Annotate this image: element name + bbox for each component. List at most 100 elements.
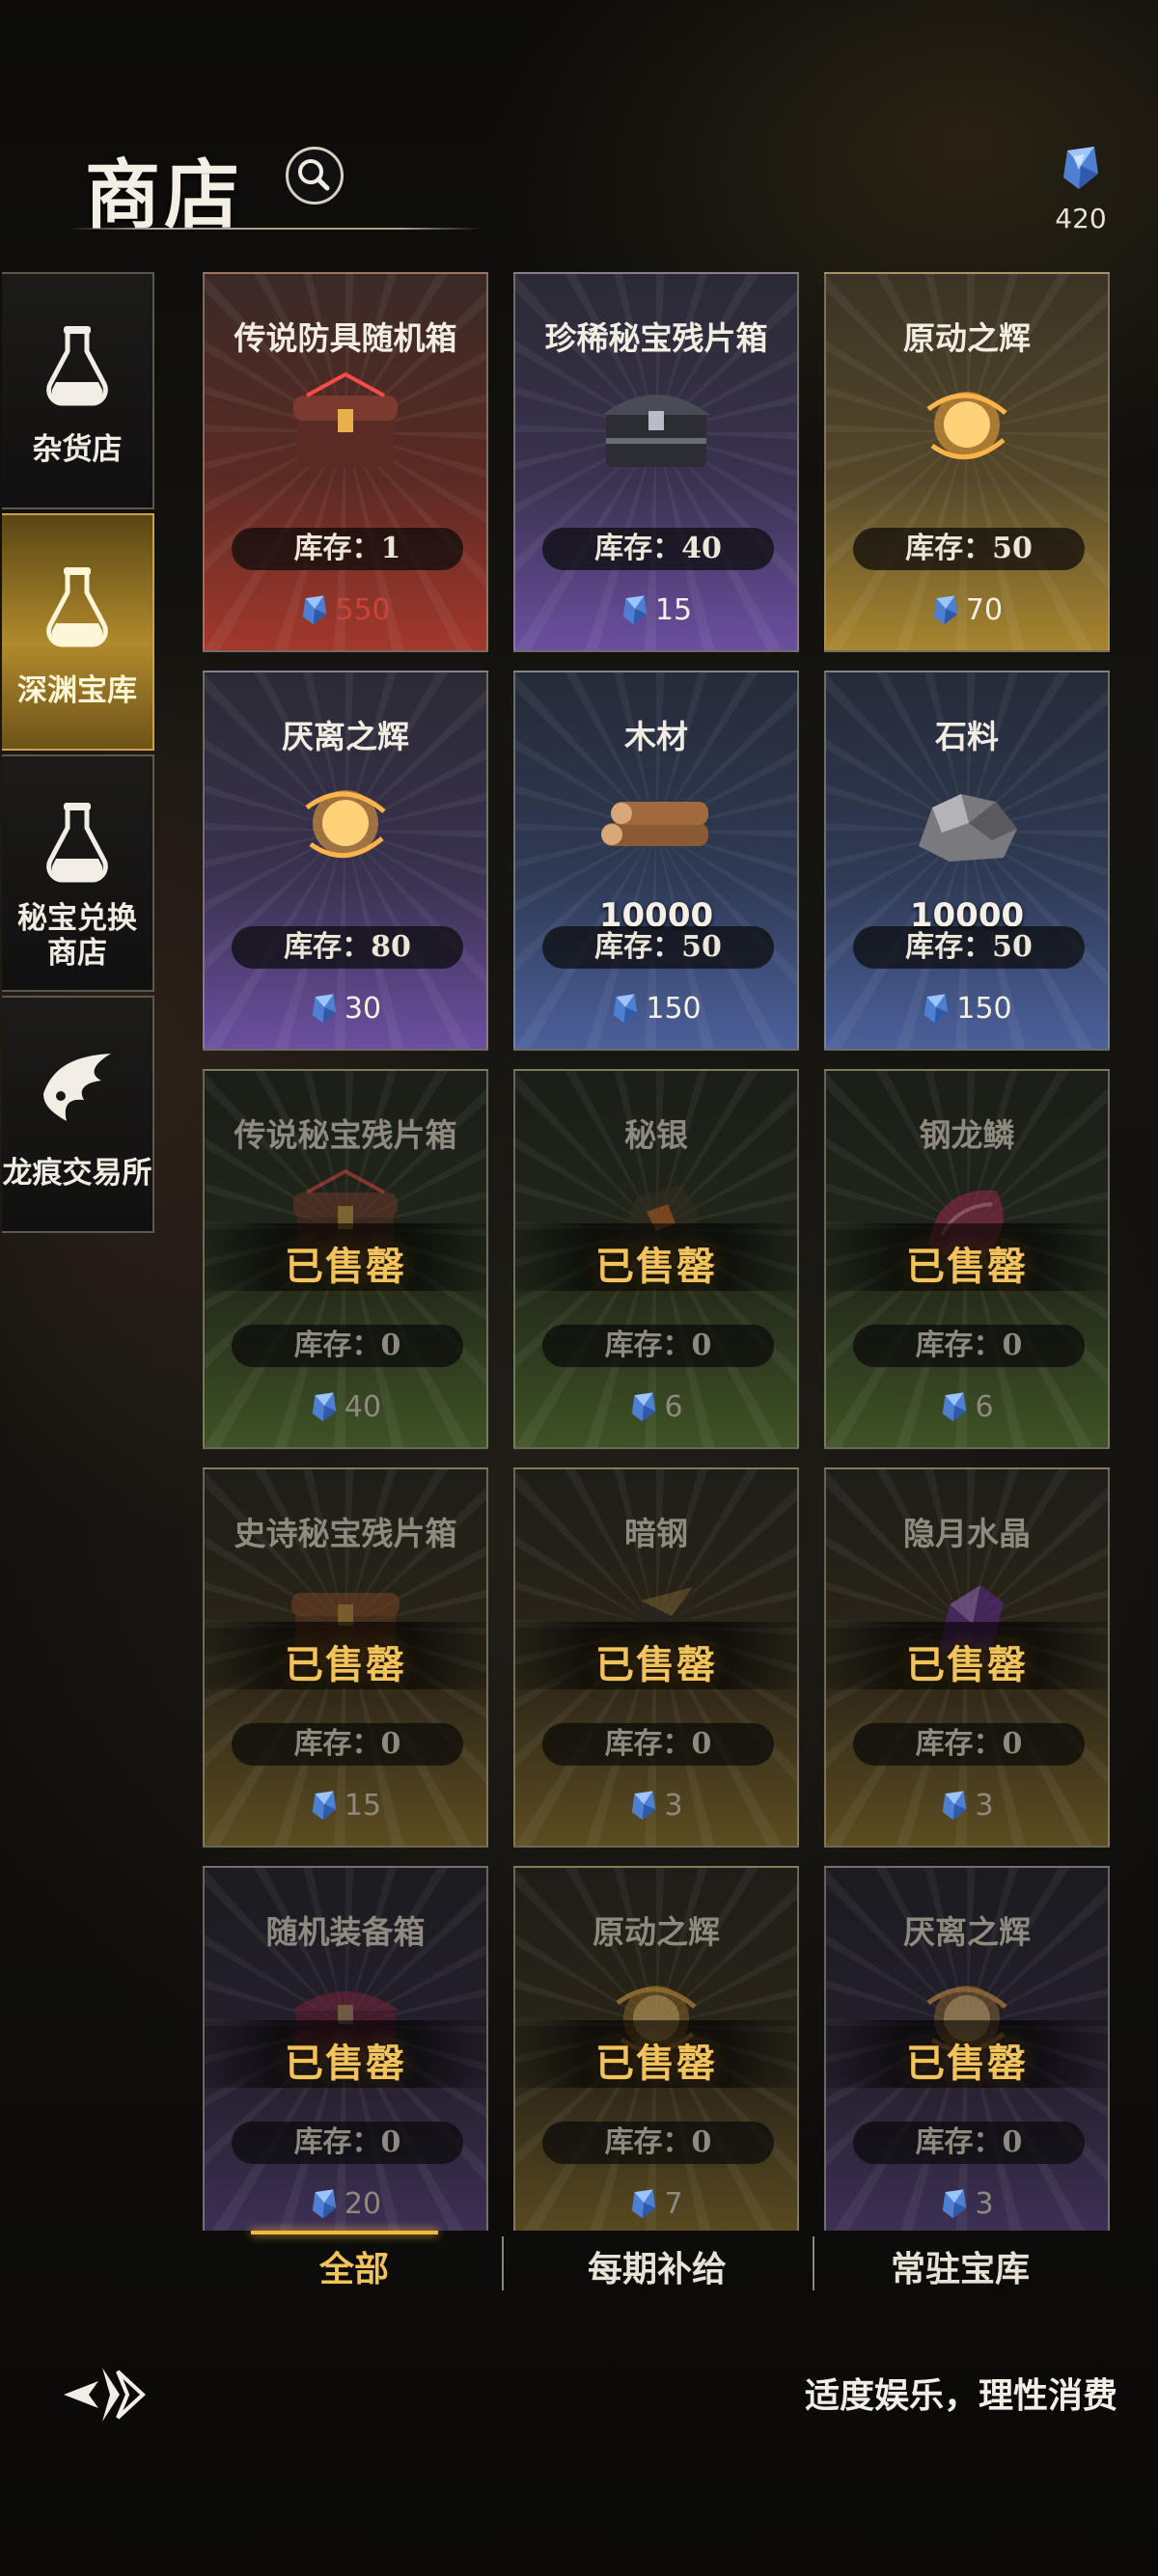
sold-out-label: 已售罄 (906, 2041, 1028, 2086)
sold-out-label: 已售罄 (285, 1244, 406, 1289)
item-price: 3 (515, 1788, 797, 1822)
stock-pill: 库存：0 (542, 1723, 774, 1766)
wood-logs-icon (601, 802, 708, 846)
blue-gem-icon (312, 1790, 337, 1820)
stock-pill: 库存：1 (232, 528, 463, 570)
iron-chest-icon (602, 395, 710, 467)
blue-gem-icon (312, 2188, 337, 2218)
sidebar-item-abyss-vault[interactable]: 深渊宝库 (2, 513, 154, 751)
sidebar-item-dragon-exchange[interactable]: 龙痕交易所 (2, 996, 154, 1233)
back-button[interactable] (60, 2362, 147, 2433)
tab-permanent-vault[interactable]: 常驻宝库 (809, 2231, 1112, 2308)
shop-item-card[interactable]: 随机装备箱已售罄库存：0 20 (203, 1866, 488, 2231)
sidebar-item-grocery[interactable]: 杂货店 (2, 272, 154, 509)
potion-flask-icon (46, 567, 108, 647)
shop-item-card[interactable]: 珍稀秘宝残片箱库存：40 15 (513, 272, 799, 652)
item-price: 20 (205, 2186, 486, 2221)
potion-flask-icon (46, 803, 108, 883)
blue-gem-icon (924, 993, 949, 1023)
sold-out-label: 已售罄 (595, 1642, 717, 1687)
item-price: 40 (205, 1389, 486, 1424)
currency-balance: 420 (1047, 145, 1115, 234)
blue-gem-icon (933, 594, 958, 624)
blue-gem-icon (943, 2188, 967, 2218)
stock-pill: 库存：0 (232, 1723, 463, 1766)
item-price: 6 (515, 1389, 797, 1424)
item-price: 15 (515, 592, 797, 627)
sidebar-item-label: 深渊宝库 (17, 673, 137, 708)
stock-pill: 库存：0 (232, 2122, 463, 2164)
price-amount: 6 (664, 1390, 683, 1424)
item-name: 珍稀秘宝残片箱 (544, 319, 768, 357)
shop-item-card[interactable]: 原动之辉 已售罄 库存：0 7 (513, 1866, 799, 2231)
blue-gem-icon (303, 594, 327, 624)
stock-pill: 库存：0 (542, 2122, 774, 2164)
shop-item-card[interactable]: 石料 10000 库存：50 150 (824, 671, 1110, 1051)
price-amount: 150 (646, 992, 702, 1026)
price-amount: 6 (975, 1390, 994, 1424)
item-name: 原动之辉 (903, 319, 1031, 357)
golden-orb-icon (305, 790, 386, 859)
item-price: 7 (515, 2186, 797, 2221)
item-price: 6 (826, 1389, 1108, 1424)
item-name: 传说秘宝残片箱 (234, 1116, 457, 1154)
search-icon (298, 159, 330, 191)
currency-amount: 420 (1055, 203, 1107, 234)
item-name: 厌离之辉 (282, 718, 409, 755)
shop-item-card[interactable]: 厌离之辉 已售罄 库存：0 3 (824, 1866, 1110, 2231)
stock-pill: 库存：50 (542, 926, 774, 969)
sidebar-item-label: 秘宝兑换商店 (17, 901, 137, 971)
sold-out-label: 已售罄 (595, 1244, 717, 1289)
sold-out-label: 已售罄 (285, 1642, 406, 1687)
shop-item-card[interactable]: 木材 10000 库存：50 150 (513, 671, 799, 1051)
blue-gem-icon (312, 1391, 337, 1421)
legendary-chest-icon (293, 371, 398, 467)
shop-item-card[interactable]: 史诗秘宝残片箱 已售罄 库存：0 15 (203, 1467, 488, 1848)
price-amount: 20 (344, 2187, 382, 2221)
item-name: 传说防具随机箱 (234, 319, 457, 357)
price-amount: 70 (965, 593, 1004, 627)
tab-periodic-supply[interactable]: 每期补给 (506, 2231, 809, 2308)
item-name: 随机装备箱 (265, 1913, 426, 1951)
item-name: 原动之辉 (593, 1913, 720, 1951)
bottom-tab-bar: 全部 每期补给 常驻宝库 (203, 2231, 1112, 2308)
blue-gem-icon (943, 1790, 967, 1820)
stock-pill: 库存：0 (853, 1325, 1085, 1367)
item-name: 厌离之辉 (903, 1913, 1031, 1951)
search-button[interactable] (286, 147, 344, 205)
price-amount: 150 (956, 992, 1012, 1026)
blue-gem-icon (632, 1391, 656, 1421)
shop-item-card[interactable]: 暗钢已售罄库存：0 3 (513, 1467, 799, 1848)
price-amount: 30 (344, 992, 382, 1026)
price-amount: 40 (344, 1390, 382, 1424)
blue-gem-icon (622, 594, 648, 624)
shop-item-card[interactable]: 隐月水晶 已售罄 库存：0 3 (824, 1467, 1110, 1848)
sidebar-item-treasure-exchange[interactable]: 秘宝兑换商店 (2, 754, 154, 992)
item-price: 3 (826, 1788, 1108, 1822)
blue-gem-icon (943, 1391, 967, 1421)
shop-item-card[interactable]: 传说防具随机箱库存：1 550 (203, 272, 488, 652)
stock-pill: 库存：50 (853, 926, 1085, 969)
item-price: 150 (515, 991, 797, 1026)
shop-item-card[interactable]: 传说秘宝残片箱 已售罄 库存：0 40 (203, 1069, 488, 1449)
potion-flask-icon (46, 326, 108, 406)
shop-item-card[interactable]: 钢龙鳞 已售罄 库存：0 6 (824, 1069, 1110, 1449)
blue-gem-icon (614, 993, 638, 1023)
tab-all[interactable]: 全部 (203, 2231, 506, 2308)
item-price: 70 (826, 592, 1108, 627)
shop-item-card[interactable]: 厌离之辉库存：80 30 (203, 671, 488, 1051)
item-price: 550 (205, 592, 486, 627)
item-name: 暗钢 (624, 1515, 688, 1552)
stock-pill: 库存：40 (542, 528, 774, 570)
shop-item-card[interactable]: 秘银 已售罄 库存：0 6 (513, 1069, 799, 1449)
game-logo-icon (64, 2368, 146, 2422)
price-amount: 3 (975, 1789, 994, 1822)
shop-item-card[interactable]: 原动之辉 库存：50 70 (824, 272, 1110, 652)
stock-pill: 库存：80 (232, 926, 463, 969)
item-name: 木材 (624, 718, 688, 755)
blue-gem-icon (632, 1790, 656, 1820)
price-amount: 7 (664, 2187, 683, 2221)
sold-out-label: 已售罄 (285, 2041, 406, 2086)
tab-divider (502, 2236, 504, 2290)
sidebar-item-label: 龙痕交易所 (2, 1156, 152, 1191)
